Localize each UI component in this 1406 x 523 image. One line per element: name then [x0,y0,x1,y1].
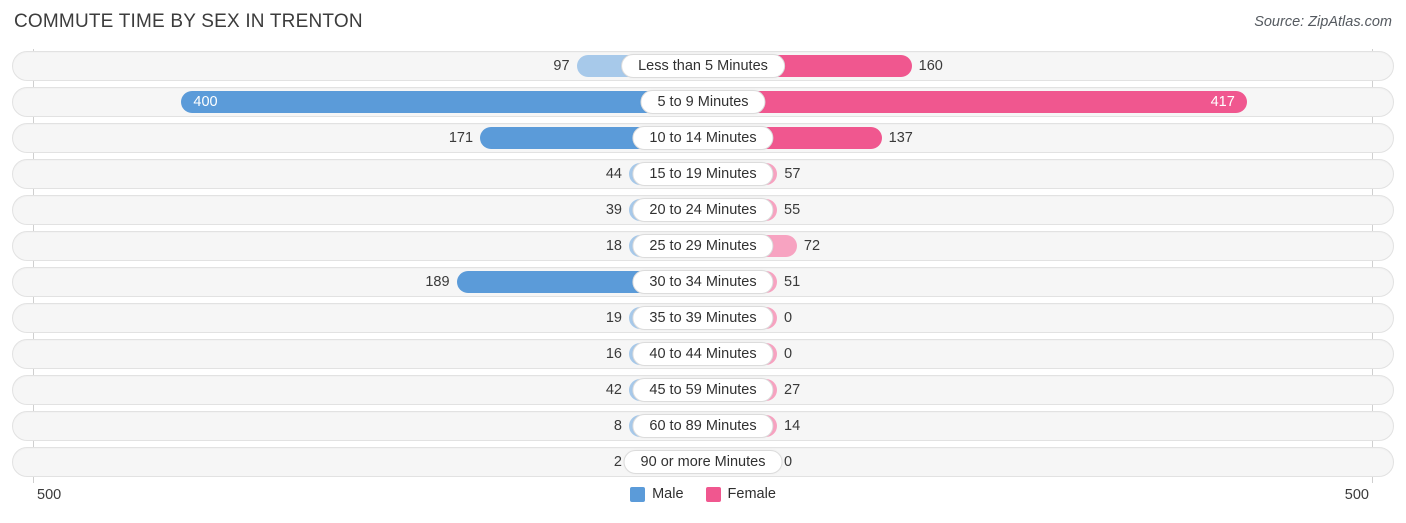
plot-area: 97 160 Less than 5 Minutes 400 417 5 to 9 Min… [0,46,1406,483]
male-value-label: 189 [425,274,450,290]
female-value-label: 417 [1210,94,1235,110]
male-value-label: 18 [605,238,622,254]
legend-swatch-female-icon [705,486,721,502]
category-label: 40 to 44 Minutes [632,342,774,366]
female-value-label: 0 [784,454,793,470]
female-value-label: 14 [784,418,801,434]
bar-row[interactable]: 8 14 60 to 89 Minutes [12,411,1394,441]
category-label: 30 to 34 Minutes [632,270,774,294]
male-value-label: 97 [553,58,570,74]
bar-row[interactable]: 171 137 10 to 14 Minutes [12,123,1394,153]
female-value-label: 72 [803,238,821,254]
category-label: 60 to 89 Minutes [632,414,774,438]
male-value-label: 42 [605,382,622,398]
male-value-label: 44 [605,166,622,182]
female-value-label: 27 [784,382,801,398]
male-value-label: 2 [613,454,622,470]
bar-row[interactable]: 2 0 90 or more Minutes [12,447,1394,477]
male-value-label: 16 [605,346,622,362]
male-value-label: 400 [193,94,218,110]
category-label: Less than 5 Minutes [621,54,785,78]
category-label: 10 to 14 Minutes [632,126,774,150]
legend-label-female: Female [727,486,776,502]
legend-label-male: Male [652,486,684,502]
bar-row[interactable]: 42 27 45 to 59 Minutes [12,375,1394,405]
category-label: 15 to 19 Minutes [632,162,774,186]
source-attribution: Source: ZipAtlas.com [1254,14,1392,30]
category-label: 20 to 24 Minutes [632,198,774,222]
bar-row[interactable]: 16 0 40 to 44 Minutes [12,339,1394,369]
category-label: 45 to 59 Minutes [632,378,774,402]
male-value-label: 171 [448,130,474,146]
category-label: 5 to 9 Minutes [640,90,766,114]
bar-row[interactable]: 19 0 35 to 39 Minutes [12,303,1394,333]
male-value-label: 39 [605,202,622,218]
legend-item-female[interactable]: Female [705,486,776,502]
male-bar[interactable]: 400 [181,91,703,113]
bar-row[interactable]: 39 55 20 to 24 Minutes [12,195,1394,225]
male-value-label: 8 [613,418,622,434]
legend-item-male[interactable]: Male [630,486,684,502]
bar-row[interactable]: 400 417 5 to 9 Minutes [12,87,1394,117]
female-value-label: 137 [888,130,913,146]
female-value-label: 55 [784,202,801,218]
male-value-label: 19 [605,310,622,326]
female-bar[interactable]: 417 [703,91,1247,113]
legend: Male Female [0,486,1406,502]
bar-row[interactable]: 189 51 30 to 34 Minutes [12,267,1394,297]
female-value-label: 160 [918,58,943,74]
female-value-label: 57 [784,166,801,182]
chart-header: COMMUTE TIME BY SEX IN TRENTON Source: Z… [0,0,1406,46]
male-half: 400 [181,91,703,113]
category-label: 35 to 39 Minutes [632,306,774,330]
bar-row[interactable]: 97 160 Less than 5 Minutes [12,51,1394,81]
bar-row[interactable]: 18 72 25 to 29 Minutes [12,231,1394,261]
female-value-label: 0 [784,310,793,326]
female-half: 417 [703,91,1247,113]
page-title: COMMUTE TIME BY SEX IN TRENTON [14,11,363,32]
female-value-label: 0 [784,346,793,362]
legend-swatch-male-icon [630,486,646,502]
bar-row-list: 97 160 Less than 5 Minutes 400 417 5 to 9 Min… [12,51,1394,483]
chart-footer: 500 500 Male Female [0,483,1406,523]
category-label: 25 to 29 Minutes [632,234,774,258]
category-label: 90 or more Minutes [623,450,783,474]
bar-row[interactable]: 44 57 15 to 19 Minutes [12,159,1394,189]
chart-root: COMMUTE TIME BY SEX IN TRENTON Source: Z… [0,0,1406,523]
female-value-label: 51 [784,274,801,290]
